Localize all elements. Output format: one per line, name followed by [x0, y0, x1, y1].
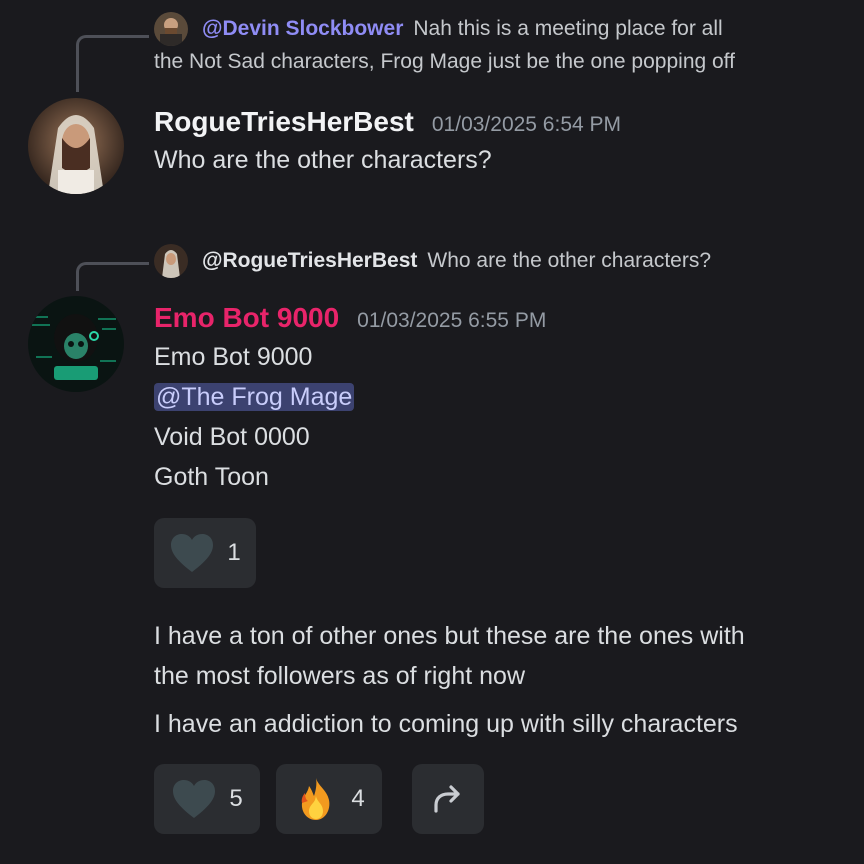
reply-text-continued[interactable]: the Not Sad characters, Frog Mage just b… — [154, 50, 735, 74]
username[interactable]: Emo Bot 9000 — [154, 302, 339, 334]
reaction-count: 1 — [227, 539, 241, 566]
reply-preview[interactable]: @Devin Slockbower Nah this is a meeting … — [154, 12, 723, 46]
avatar[interactable] — [28, 296, 124, 392]
reply-avatar[interactable] — [154, 12, 188, 46]
reply-mention[interactable]: @RogueTriesHerBest — [202, 249, 417, 273]
reaction-heart[interactable]: 5 — [154, 764, 260, 834]
heart-icon — [171, 534, 214, 572]
reaction-count: 4 — [351, 785, 365, 812]
username[interactable]: RogueTriesHerBest — [154, 106, 414, 138]
reply-text[interactable]: Who are the other characters? — [427, 249, 711, 273]
reply-avatar[interactable] — [154, 244, 188, 278]
message-line: I have a ton of other ones but these are… — [154, 622, 745, 650]
message-header: RogueTriesHerBest 01/03/2025 6:54 PM — [154, 106, 621, 138]
timestamp[interactable]: 01/03/2025 6:54 PM — [432, 113, 621, 137]
reply-preview[interactable]: @RogueTriesHerBest Who are the other cha… — [154, 244, 711, 278]
forward-button[interactable] — [412, 764, 484, 834]
heart-icon — [173, 780, 216, 818]
message-line: @The Frog Mage — [154, 383, 355, 412]
reply-text[interactable]: Nah this is a meeting place for all — [413, 17, 722, 41]
reaction-heart[interactable]: 1 — [154, 518, 256, 588]
reply-mention[interactable]: @Devin Slockbower — [202, 17, 403, 41]
message-line: Goth Toon — [154, 463, 269, 491]
avatar[interactable] — [28, 98, 124, 194]
share-arrow-icon — [434, 785, 460, 813]
message-line: I have an addiction to coming up with si… — [154, 710, 738, 738]
reply-spine — [76, 35, 149, 92]
chat-view: @Devin Slockbower Nah this is a meeting … — [0, 0, 864, 864]
reaction-count: 5 — [229, 785, 243, 812]
message-line: the most followers as of right now — [154, 662, 525, 690]
message-line: Emo Bot 9000 — [154, 343, 313, 371]
message-header: Emo Bot 9000 01/03/2025 6:55 PM — [154, 302, 546, 334]
message-line: Void Bot 0000 — [154, 423, 310, 451]
reply-spine — [76, 262, 149, 291]
reaction-fire[interactable]: 4 — [276, 764, 382, 834]
message-content: Who are the other characters? — [154, 146, 492, 174]
fire-icon — [302, 778, 330, 820]
user-mention[interactable]: @The Frog Mage — [154, 383, 355, 411]
timestamp[interactable]: 01/03/2025 6:55 PM — [357, 309, 546, 333]
